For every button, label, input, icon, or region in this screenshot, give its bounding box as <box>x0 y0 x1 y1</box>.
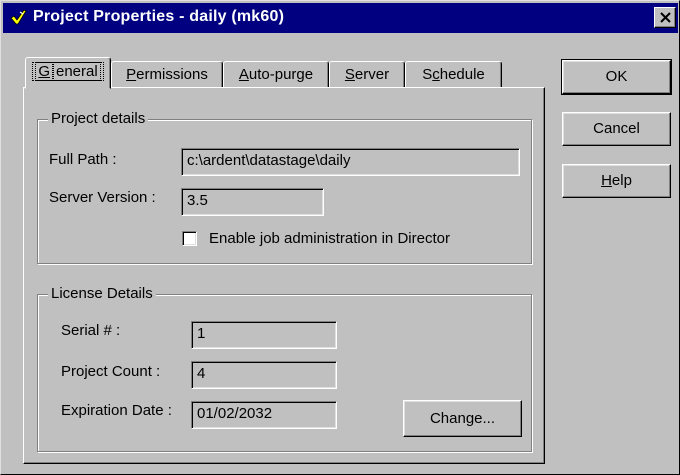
window-title: Project Properties - daily (mk60) <box>33 8 285 25</box>
project-count-label: Project Count : <box>61 363 161 380</box>
help-button[interactable]: Help <box>562 164 671 198</box>
tab-permissions[interactable]: Permissions <box>111 61 223 88</box>
cancel-button[interactable]: Cancel <box>562 112 671 146</box>
enable-job-admin-checkbox[interactable] <box>182 231 197 246</box>
expiration-date-label: Expiration Date : <box>61 402 172 419</box>
tab-auto-purge[interactable]: Auto-purge <box>223 61 329 88</box>
serial-field[interactable]: 1 <box>191 321 337 349</box>
tab-schedule[interactable]: Schedule <box>405 61 502 88</box>
close-icon <box>660 12 671 23</box>
change-license-button[interactable]: Change... <box>403 400 522 437</box>
server-version-label: Server Version : <box>49 189 156 206</box>
close-button[interactable] <box>654 7 676 28</box>
full-path-label: Full Path : <box>49 151 117 168</box>
full-path-field[interactable]: c:\ardent\datastage\daily <box>181 148 520 176</box>
project-properties-icon <box>10 9 27 25</box>
tab-server[interactable]: Server <box>329 61 405 88</box>
expiration-date-field[interactable]: 01/02/2032 <box>191 401 337 429</box>
ok-button[interactable]: OK <box>561 59 672 95</box>
enable-job-admin-label[interactable]: Enable job administration in Director <box>209 230 450 247</box>
license-details-label: License Details <box>48 285 156 302</box>
project-count-field[interactable]: 4 <box>191 361 337 389</box>
tab-general[interactable]: General <box>25 57 111 89</box>
title-bar[interactable]: Project Properties - daily (mk60) <box>3 3 678 33</box>
serial-label: Serial # : <box>61 322 121 339</box>
server-version-field[interactable]: 3.5 <box>181 188 324 216</box>
project-properties-dialog: Project Properties - daily (mk60) Genera… <box>0 0 680 475</box>
tab-general-label: General <box>32 62 104 81</box>
project-details-label: Project details <box>48 110 149 127</box>
